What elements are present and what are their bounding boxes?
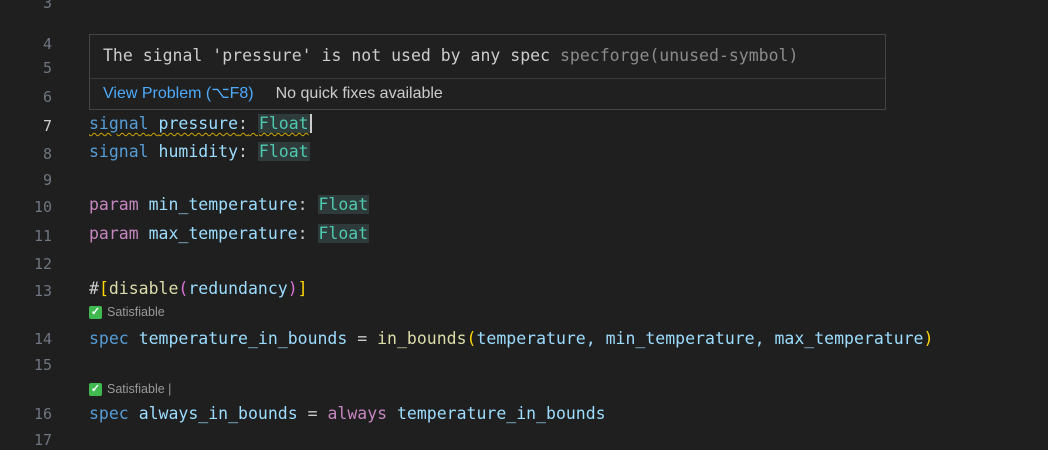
code-line-16[interactable]: spec always_in_bounds = always temperatu… xyxy=(89,404,606,424)
param-name: min_temperature xyxy=(148,195,298,214)
code-line-14[interactable]: spec temperature_in_bounds = in_bounds(t… xyxy=(89,329,933,349)
codelens-label: Satisfiable | xyxy=(107,382,172,396)
keyword-spec: spec xyxy=(89,404,129,423)
paren: ) xyxy=(923,329,934,348)
checkmark-icon: ✓ xyxy=(89,305,102,319)
codelens-satisfiable[interactable]: ✓ Satisfiable | xyxy=(89,381,171,397)
code-editor[interactable]: 3 4 5 6 7 8 9 10 11 12 13 14 15 16 17 si… xyxy=(0,0,1048,449)
type-float: Float xyxy=(257,142,310,161)
line-number: 9 xyxy=(42,171,52,189)
line-number: 5 xyxy=(42,59,52,77)
diagnostic-hover-popup: The signal 'pressure' is not used by any… xyxy=(89,34,886,110)
code-line-10[interactable]: param min_temperature: Float xyxy=(89,195,370,215)
diagnostic-message: The signal 'pressure' is not used by any… xyxy=(103,46,551,65)
line-number-active: 7 xyxy=(42,117,52,135)
code-line-11[interactable]: param max_temperature: Float xyxy=(89,224,370,244)
colon: : xyxy=(297,195,308,214)
line-number: 15 xyxy=(33,356,52,374)
codelens-label: Satisfiable xyxy=(107,305,165,319)
text-cursor xyxy=(309,114,312,133)
bracket: ] xyxy=(297,279,308,298)
hover-divider xyxy=(90,78,885,79)
line-number: 17 xyxy=(33,431,52,449)
type-float: Float xyxy=(317,195,370,214)
keyword-signal: signal xyxy=(89,142,149,161)
diagnostic-source: specforge(unused-symbol) xyxy=(559,46,799,65)
hover-actions: View Problem (⌥F8) No quick fixes availa… xyxy=(103,84,443,104)
line-number: 6 xyxy=(42,88,52,106)
attribute-name: disable xyxy=(108,279,179,298)
no-quick-fixes-label: No quick fixes available xyxy=(275,85,443,102)
spec-name: temperature_in_bounds xyxy=(138,329,348,348)
colon: : xyxy=(238,114,248,133)
line-number-gutter: 3 4 5 6 7 8 9 10 11 12 13 14 15 16 17 xyxy=(0,0,70,449)
param-name: max_temperature xyxy=(148,224,298,243)
view-problem-link[interactable]: View Problem (⌥F8) xyxy=(103,84,254,104)
attribute-arg: redundancy xyxy=(188,279,288,298)
type-float: Float xyxy=(317,224,370,243)
bracket: [ xyxy=(98,279,109,298)
function-name: in_bounds xyxy=(377,329,467,348)
code-line-7[interactable]: signal pressure: Float xyxy=(89,114,312,134)
keyword-always: always xyxy=(327,404,388,423)
line-number: 13 xyxy=(33,282,52,300)
line-number: 11 xyxy=(33,227,52,245)
equals: = xyxy=(347,329,378,348)
attribute-hash: # xyxy=(89,279,99,298)
checkmark-icon: ✓ xyxy=(89,382,102,396)
code-line-8[interactable]: signal humidity: Float xyxy=(89,142,310,162)
colon: : xyxy=(238,142,248,161)
line-number: 12 xyxy=(33,255,52,273)
colon: : xyxy=(297,224,308,243)
spec-reference: temperature_in_bounds xyxy=(397,404,606,423)
signal-name: humidity xyxy=(158,142,239,161)
codelens-satisfiable[interactable]: ✓ Satisfiable xyxy=(89,304,165,320)
keyword-signal: signal xyxy=(89,114,149,133)
signal-name: pressure xyxy=(158,114,239,133)
function-args: temperature, min_temperature, max_temper… xyxy=(476,329,924,348)
spec-name: always_in_bounds xyxy=(138,404,298,423)
equals: = xyxy=(297,404,328,423)
code-line-13[interactable]: #[disable(redundancy)] xyxy=(89,279,308,299)
line-number: 8 xyxy=(42,145,52,163)
line-number: 10 xyxy=(33,198,52,216)
keyword-spec: spec xyxy=(89,329,129,348)
line-number: 4 xyxy=(42,35,52,53)
keyword-param: param xyxy=(89,224,139,243)
line-number: 14 xyxy=(33,330,52,348)
paren: ( xyxy=(178,279,189,298)
line-number: 3 xyxy=(42,0,52,12)
keyword-param: param xyxy=(89,195,139,214)
paren: ) xyxy=(287,279,298,298)
type-float: Float xyxy=(257,114,310,133)
diagnostic-message-row: The signal 'pressure' is not used by any… xyxy=(103,45,798,67)
line-number: 16 xyxy=(33,405,52,423)
paren: ( xyxy=(466,329,477,348)
